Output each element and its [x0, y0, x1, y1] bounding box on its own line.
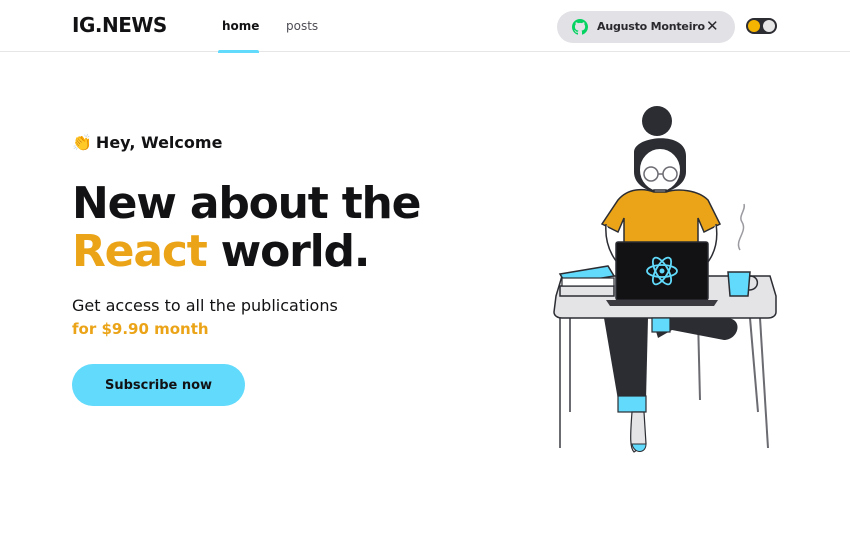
headline-line-2: world. — [206, 226, 371, 277]
user-signout-button[interactable]: Augusto Monteiro ✕ — [557, 11, 735, 43]
active-nav-indicator — [218, 50, 259, 53]
welcome-text: 👏 Hey, Welcome — [72, 133, 222, 152]
logo[interactable]: IG.NEWS — [72, 13, 167, 37]
price-text: for $9.90 month — [72, 320, 209, 338]
sun-icon — [748, 20, 760, 32]
page-title: New about the React world. — [72, 178, 422, 277]
theme-toggle[interactable] — [746, 18, 777, 34]
user-name: Augusto Monteiro — [597, 20, 705, 33]
clapping-hands-icon: 👏 — [72, 133, 92, 152]
headline-line-1: New about the — [72, 178, 422, 229]
headline-accent: React — [72, 226, 208, 277]
nav-home-link[interactable]: home — [222, 19, 259, 33]
developer-illustration — [553, 106, 777, 453]
github-icon — [572, 19, 588, 35]
welcome-label: Hey, Welcome — [95, 133, 223, 152]
toggle-knob — [763, 20, 775, 32]
close-icon[interactable]: ✕ — [706, 17, 719, 35]
nav-posts-link[interactable]: posts — [286, 19, 318, 33]
subtitle: Get access to all the publications — [72, 296, 338, 315]
top-header: IG.NEWS home posts Augusto Monteiro ✕ — [0, 0, 850, 53]
subscribe-button[interactable]: Subscribe now — [72, 364, 245, 406]
